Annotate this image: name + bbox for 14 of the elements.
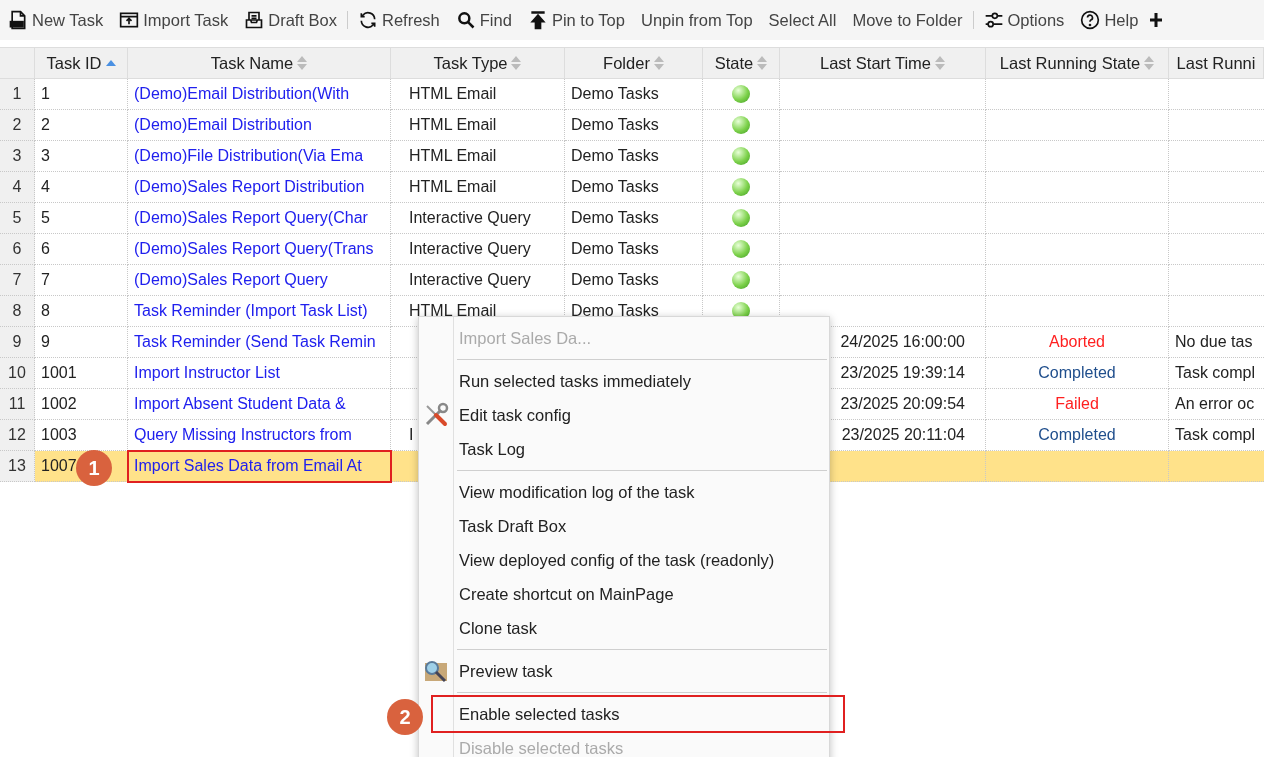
row-number: 5 [0, 203, 35, 234]
row-number: 1 [0, 79, 35, 110]
row-number: 6 [0, 234, 35, 265]
row-number: 10 [0, 358, 35, 389]
row-number: 13 [0, 451, 35, 482]
row-number: 8 [0, 296, 35, 327]
row-number: 11 [0, 389, 35, 420]
row-number: 2 [0, 110, 35, 141]
row-number: 4 [0, 172, 35, 203]
row-number: 12 [0, 420, 35, 451]
row-number: 3 [0, 141, 35, 172]
row-number: 7 [0, 265, 35, 296]
callout-badge: 2 [387, 699, 423, 735]
row-number: 9 [0, 327, 35, 358]
